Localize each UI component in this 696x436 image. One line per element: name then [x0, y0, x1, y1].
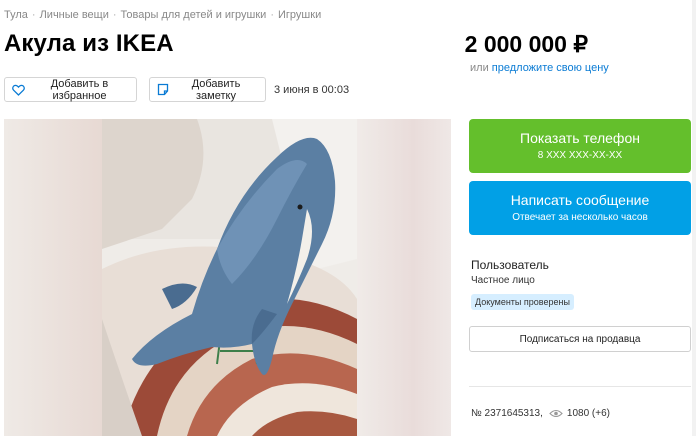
breadcrumb-separator: ·	[270, 9, 275, 21]
listing-meta: № 2371645313, 1080 (+6)	[471, 408, 610, 419]
heart-icon	[12, 83, 25, 96]
subscribe-seller-button[interactable]: Подписаться на продавца	[469, 326, 691, 352]
write-message-button[interactable]: Написать сообщение Отвечает за несколько…	[469, 181, 691, 235]
add-note-label: Добавить заметку	[191, 77, 241, 102]
breadcrumb: Тула · Личные вещи · Товары для детей и …	[4, 9, 321, 21]
photo-gallery[interactable]	[4, 119, 451, 436]
phone-masked: 8 XXX XXX-XX-XX	[537, 150, 623, 161]
eye-icon	[549, 409, 563, 418]
listing-number: № 2371645313,	[471, 408, 543, 419]
add-to-favorites-label: Добавить в избранное	[50, 77, 109, 102]
seller-type: Частное лицо	[471, 275, 535, 286]
price-or-text: или	[470, 62, 489, 74]
listing-photo[interactable]	[102, 119, 357, 436]
write-message-label: Написать сообщение	[510, 192, 650, 208]
breadcrumb-separator: ·	[31, 9, 36, 21]
add-to-favorites-button[interactable]: Добавить в избранное	[4, 77, 137, 102]
reply-time: Отвечает за несколько часов	[512, 212, 648, 223]
show-phone-button[interactable]: Показать телефон 8 XXX XXX-XX-XX	[469, 119, 691, 173]
price-offer-link[interactable]: предложите свою цену	[492, 62, 609, 74]
breadcrumb-item-city[interactable]: Тула	[4, 9, 28, 21]
documents-verified-badge: Документы проверены	[471, 294, 574, 310]
add-note-button[interactable]: Добавить заметку	[149, 77, 266, 102]
views-count: 1080 (+6)	[566, 408, 610, 419]
show-phone-label: Показать телефон	[520, 130, 640, 146]
breadcrumb-item-personal-items[interactable]: Личные вещи	[40, 9, 109, 21]
seller-name[interactable]: Пользователь	[471, 258, 549, 272]
listing-date: 3 июня в 00:03	[274, 84, 350, 96]
listing-price: 2 000 000 ₽	[464, 31, 588, 57]
gallery-blur-left	[4, 119, 102, 436]
breadcrumb-item-kids-goods[interactable]: Товары для детей и игрушки	[121, 9, 267, 21]
scrollbar[interactable]	[692, 0, 696, 436]
gallery-blur-right	[357, 119, 451, 436]
divider	[469, 386, 691, 387]
breadcrumb-separator: ·	[112, 9, 117, 21]
listing-title: Акула из IKEA	[4, 30, 174, 57]
breadcrumb-item-toys[interactable]: Игрушки	[278, 9, 321, 21]
price-offer: или предложите свою цену	[470, 62, 609, 74]
note-icon	[157, 83, 169, 96]
